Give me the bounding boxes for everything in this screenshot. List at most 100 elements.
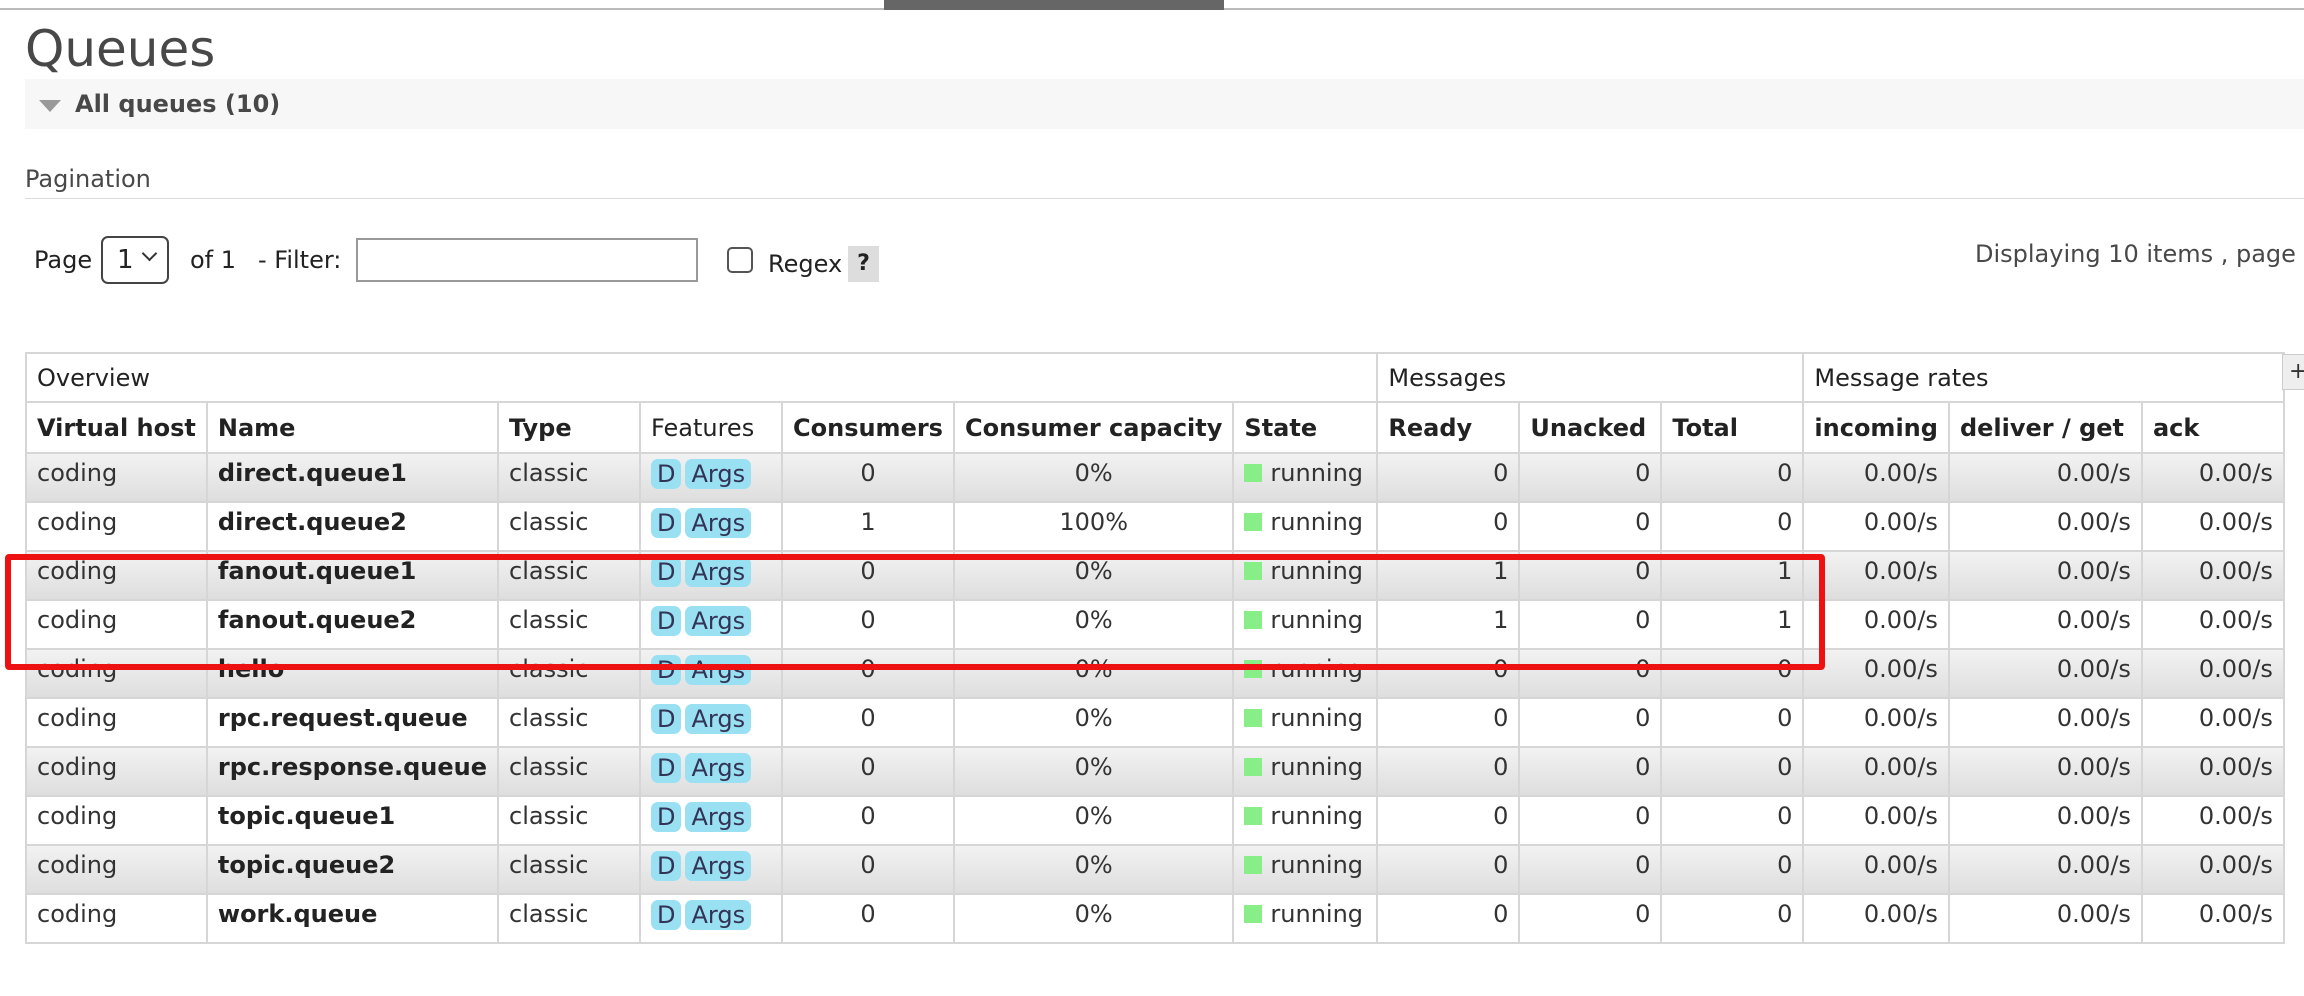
state-label: running: [1270, 802, 1364, 830]
cell-deliver-get: 0.00/s: [1947, 452, 2143, 503]
cell-state: running: [1232, 844, 1379, 895]
state-running-icon: [1244, 513, 1263, 531]
collapse-triangle-icon: [39, 100, 61, 112]
pagination-divider: [25, 198, 2304, 199]
col-total[interactable]: Total: [1660, 401, 1805, 454]
group-header-overview: Overview: [24, 352, 1379, 403]
col-virtual-host[interactable]: Virtual host: [25, 401, 208, 454]
cell-incoming: 0.00/s: [1802, 697, 1950, 748]
cell-consumers: 0: [781, 452, 955, 503]
col-deliver-get[interactable]: deliver / get: [1947, 401, 2143, 454]
cell-features: D Args: [639, 844, 783, 895]
feature-args-tag: Args: [685, 459, 752, 489]
feature-durable-tag: D: [651, 508, 682, 538]
cell-total: 0: [1660, 697, 1805, 748]
cell-vhost: coding: [25, 550, 208, 601]
state-label: running: [1270, 508, 1364, 536]
cell-vhost: coding: [25, 697, 208, 748]
cell-consumer-capacity: 0%: [952, 697, 1235, 748]
cell-deliver-get: 0.00/s: [1947, 893, 2143, 944]
cell-consumer-capacity: 0%: [952, 746, 1235, 797]
queue-name-link[interactable]: direct.queue2: [205, 501, 500, 552]
regex-help-button[interactable]: ?: [848, 246, 879, 282]
cell-unacked: 0: [1518, 697, 1663, 748]
feature-args-tag: Args: [685, 851, 752, 881]
queue-name-link[interactable]: hello: [205, 648, 500, 699]
add-remove-columns-button[interactable]: +: [2282, 354, 2304, 390]
section-label: All queues (10): [75, 90, 281, 118]
cell-type: classic: [497, 844, 641, 895]
table-row: coding work.queue classic D Args 0 0% run…: [25, 893, 2285, 944]
cell-features: D Args: [639, 452, 783, 503]
col-type[interactable]: Type: [497, 401, 641, 454]
col-ready[interactable]: Ready: [1376, 401, 1521, 454]
cell-features: D Args: [639, 648, 783, 699]
table-row: coding fanout.queue1 classic D Args 0 0% …: [25, 550, 2285, 601]
cell-ready: 0: [1376, 893, 1521, 944]
feature-durable-tag: D: [651, 557, 682, 587]
queue-name-link[interactable]: rpc.request.queue: [205, 697, 500, 748]
filter-input[interactable]: [356, 238, 698, 282]
feature-args-tag: Args: [685, 606, 752, 636]
col-name[interactable]: Name: [205, 401, 500, 454]
state-label: running: [1270, 851, 1364, 879]
cell-deliver-get: 0.00/s: [1947, 550, 2143, 601]
feature-durable-tag: D: [651, 851, 682, 881]
page-select[interactable]: 1: [101, 236, 169, 284]
feature-durable-tag: D: [651, 459, 682, 489]
cell-unacked: 0: [1518, 648, 1663, 699]
queues-table-body: coding direct.queue1 classic D Args 0 0% …: [25, 452, 2285, 944]
queue-name-link[interactable]: fanout.queue2: [205, 599, 500, 650]
queue-name-link[interactable]: direct.queue1: [205, 452, 500, 503]
col-incoming[interactable]: incoming: [1802, 401, 1950, 454]
feature-durable-tag: D: [651, 655, 682, 685]
table-row: coding rpc.request.queue classic D Args 0…: [25, 697, 2285, 748]
feature-args-tag: Args: [685, 704, 752, 734]
col-consumer-capacity[interactable]: Consumer capacity: [952, 401, 1235, 454]
cell-ready: 0: [1376, 452, 1521, 503]
feature-durable-tag: D: [651, 606, 682, 636]
cell-consumers: 0: [781, 648, 955, 699]
cell-vhost: coding: [25, 599, 208, 650]
cell-unacked: 0: [1518, 795, 1663, 846]
cell-vhost: coding: [25, 648, 208, 699]
queue-name-link[interactable]: topic.queue1: [205, 795, 500, 846]
cell-total: 1: [1660, 599, 1805, 650]
cell-incoming: 0.00/s: [1802, 550, 1950, 601]
all-queues-section-toggle[interactable]: All queues (10): [25, 79, 2304, 129]
cell-consumer-capacity: 100%: [952, 501, 1235, 552]
cell-ready: 0: [1376, 844, 1521, 895]
cell-ready: 0: [1376, 795, 1521, 846]
cell-incoming: 0.00/s: [1802, 599, 1950, 650]
col-ack[interactable]: ack: [2140, 401, 2285, 454]
feature-args-tag: Args: [685, 508, 752, 538]
cell-state: running: [1232, 550, 1379, 601]
cell-deliver-get: 0.00/s: [1947, 599, 2143, 650]
cell-ready: 0: [1376, 746, 1521, 797]
cell-ready: 1: [1376, 599, 1521, 650]
col-unacked[interactable]: Unacked: [1518, 401, 1663, 454]
cell-type: classic: [497, 795, 641, 846]
queue-name-link[interactable]: rpc.response.queue: [205, 746, 500, 797]
cell-deliver-get: 0.00/s: [1947, 844, 2143, 895]
cell-ack: 0.00/s: [2140, 746, 2285, 797]
regex-label: Regex: [768, 250, 843, 278]
cell-features: D Args: [639, 501, 783, 552]
regex-checkbox[interactable]: [727, 247, 753, 273]
cell-consumer-capacity: 0%: [952, 599, 1235, 650]
feature-args-tag: Args: [685, 900, 752, 930]
page-select-value: 1: [117, 245, 134, 275]
cell-features: D Args: [639, 795, 783, 846]
chevron-down-icon: [141, 245, 158, 262]
cell-ack: 0.00/s: [2140, 501, 2285, 552]
state-running-icon: [1244, 807, 1263, 825]
cell-type: classic: [497, 893, 641, 944]
queue-name-link[interactable]: topic.queue2: [205, 844, 500, 895]
col-state[interactable]: State: [1232, 401, 1379, 454]
queue-name-link[interactable]: work.queue: [205, 893, 500, 944]
col-consumers[interactable]: Consumers: [781, 401, 955, 454]
column-group-row: Overview Messages Message rates: [24, 352, 2285, 403]
queue-name-link[interactable]: fanout.queue1: [205, 550, 500, 601]
cell-consumer-capacity: 0%: [952, 550, 1235, 601]
state-running-icon: [1244, 758, 1263, 776]
